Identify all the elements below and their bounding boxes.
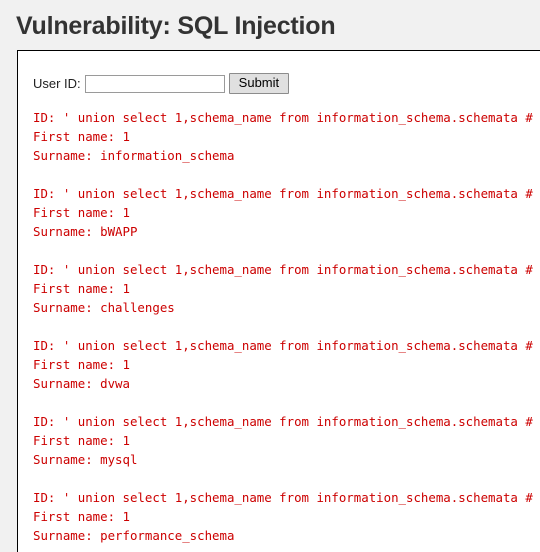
page-root: Vulnerability: SQL Injection User ID: Su… bbox=[0, 0, 540, 552]
user-id-label: User ID: bbox=[33, 76, 81, 91]
result-surname-line: Surname: challenges bbox=[33, 300, 175, 315]
result-surname-line: Surname: bWAPP bbox=[33, 224, 138, 239]
result-block: ID: ' union select 1,schema_name from in… bbox=[33, 260, 540, 317]
result-block: ID: ' union select 1,schema_name from in… bbox=[33, 336, 540, 393]
result-id-line: ID: ' union select 1,schema_name from in… bbox=[33, 338, 533, 353]
result-surname-line: Surname: performance_schema bbox=[33, 528, 235, 543]
result-id-line: ID: ' union select 1,schema_name from in… bbox=[33, 414, 533, 429]
result-block: ID: ' union select 1,schema_name from in… bbox=[33, 184, 540, 241]
result-block: ID: ' union select 1,schema_name from in… bbox=[33, 488, 540, 545]
submit-button[interactable]: Submit bbox=[228, 73, 290, 94]
user-id-input[interactable] bbox=[84, 74, 225, 93]
results-list: ID: ' union select 1,schema_name from in… bbox=[18, 94, 540, 552]
result-block: ID: ' union select 1,schema_name from in… bbox=[33, 412, 540, 469]
vulnerability-panel: User ID: Submit ID: ' union select 1,sch… bbox=[17, 50, 540, 552]
result-first-name-line: First name: 1 bbox=[33, 281, 130, 296]
result-surname-line: Surname: mysql bbox=[33, 452, 138, 467]
result-id-line: ID: ' union select 1,schema_name from in… bbox=[33, 186, 533, 201]
result-surname-line: Surname: dvwa bbox=[33, 376, 130, 391]
result-first-name-line: First name: 1 bbox=[33, 433, 130, 448]
result-id-line: ID: ' union select 1,schema_name from in… bbox=[33, 490, 533, 505]
user-id-form: User ID: Submit bbox=[18, 51, 540, 94]
result-first-name-line: First name: 1 bbox=[33, 205, 130, 220]
result-surname-line: Surname: information_schema bbox=[33, 148, 235, 163]
result-id-line: ID: ' union select 1,schema_name from in… bbox=[33, 262, 533, 277]
result-block: ID: ' union select 1,schema_name from in… bbox=[33, 108, 540, 165]
result-first-name-line: First name: 1 bbox=[33, 357, 130, 372]
result-first-name-line: First name: 1 bbox=[33, 129, 130, 144]
result-first-name-line: First name: 1 bbox=[33, 509, 130, 524]
page-title: Vulnerability: SQL Injection bbox=[16, 12, 336, 40]
result-id-line: ID: ' union select 1,schema_name from in… bbox=[33, 110, 533, 125]
